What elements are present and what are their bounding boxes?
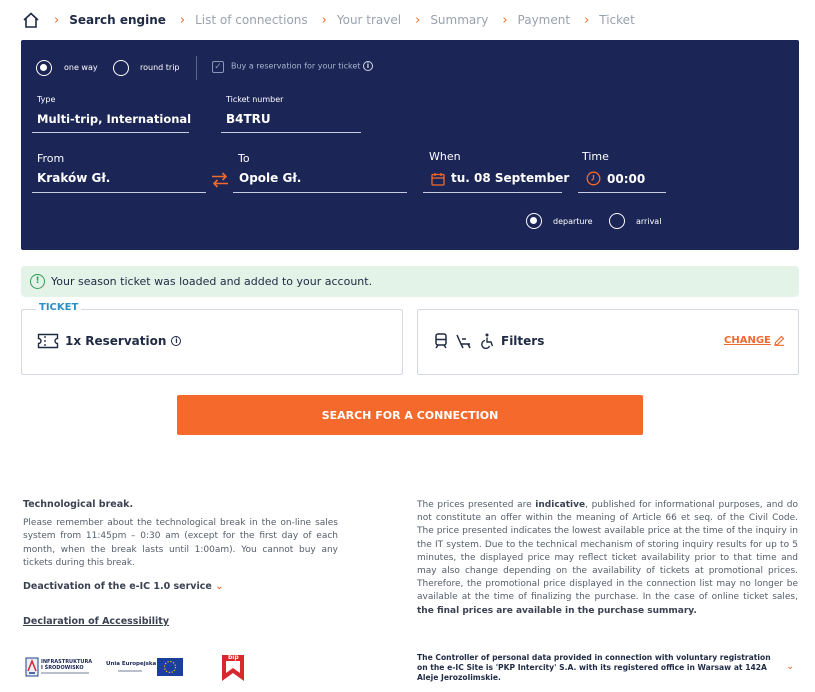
departure-label[interactable]: departure bbox=[553, 217, 593, 226]
info-icon[interactable]: i bbox=[362, 61, 373, 71]
chevron-down-icon[interactable]: ⌄ bbox=[215, 581, 223, 592]
filters-label: Filters bbox=[501, 334, 545, 348]
technological-break-title: Technological break. bbox=[23, 499, 134, 510]
eu-funds-logo-icon bbox=[25, 657, 39, 677]
to-underline bbox=[233, 192, 407, 193]
breadcrumb-summary: Summary bbox=[430, 13, 489, 27]
type-label: Type bbox=[37, 95, 56, 104]
ticket-icon bbox=[37, 333, 59, 349]
type-underline bbox=[32, 132, 189, 133]
breadcrumb-payment: Payment bbox=[517, 13, 571, 27]
home-icon[interactable] bbox=[22, 11, 40, 29]
clock-icon[interactable] bbox=[586, 171, 601, 186]
ticket-legend: TICKET bbox=[36, 302, 82, 313]
eu-logo-text: Unia Europejska bbox=[106, 661, 157, 667]
swap-stations-icon[interactable] bbox=[211, 172, 229, 188]
wheelchair-icon bbox=[481, 333, 494, 349]
logo-line bbox=[41, 672, 89, 674]
chevron-right-icon: › bbox=[502, 12, 508, 28]
infrastruktura-logo-text: INFRASTRUKTURA I ŚRODOWISKO bbox=[41, 659, 93, 671]
when-label: When bbox=[429, 150, 461, 163]
chevron-right-icon: › bbox=[584, 12, 590, 28]
reservation-label: 1x Reservation bbox=[65, 334, 167, 348]
chevron-right-icon: › bbox=[179, 12, 186, 28]
departure-radio[interactable] bbox=[526, 213, 542, 229]
filters-row[interactable]: Filters bbox=[434, 333, 544, 349]
chevron-right-icon: › bbox=[321, 12, 327, 28]
breadcrumb-ticket: Ticket bbox=[599, 13, 635, 27]
to-label: To bbox=[238, 152, 250, 165]
reservation-checkbox[interactable]: ✓ bbox=[212, 61, 224, 73]
chevron-down-icon[interactable]: ⌄ bbox=[786, 661, 794, 672]
accessibility-link[interactable]: Declaration of Accessibility bbox=[23, 616, 169, 627]
when-underline bbox=[423, 192, 562, 193]
reservation-row[interactable]: 1x Reservation i bbox=[37, 333, 182, 349]
notice-text: Your season ticket was loaded and added … bbox=[51, 275, 373, 288]
chevron-right-icon: › bbox=[54, 12, 60, 28]
to-input[interactable]: Opole Gł. bbox=[239, 171, 301, 185]
season-ticket-notice: ! Your season ticket was loaded and adde… bbox=[21, 266, 799, 297]
round-trip-radio[interactable] bbox=[113, 60, 129, 76]
calendar-icon[interactable] bbox=[431, 172, 445, 186]
breadcrumb-your-travel: Your travel bbox=[336, 13, 402, 27]
info-icon[interactable]: i bbox=[171, 336, 182, 346]
arrival-radio[interactable] bbox=[609, 213, 625, 229]
from-input[interactable]: Kraków Gł. bbox=[37, 171, 110, 185]
gdpr-notice: The Controller of personal data provided… bbox=[417, 653, 771, 682]
ticket-number-underline bbox=[221, 132, 361, 133]
train-icon bbox=[435, 333, 447, 349]
success-icon: ! bbox=[30, 274, 45, 289]
logo-line bbox=[118, 670, 142, 672]
one-way-radio[interactable] bbox=[36, 60, 52, 76]
search-connection-button[interactable]: SEARCH FOR A CONNECTION bbox=[177, 395, 643, 435]
ticket-number-label: Ticket number bbox=[226, 95, 284, 104]
reservation-checkbox-label[interactable]: Buy a reservation for your ticket i bbox=[231, 61, 373, 71]
breadcrumb: › Search engine › List of connections › … bbox=[22, 10, 635, 30]
infrastruktura-logo: INFRASTRUKTURA I ŚRODOWISKO bbox=[25, 655, 93, 679]
from-label: From bbox=[37, 152, 65, 165]
when-input[interactable]: tu. 08 September bbox=[451, 171, 569, 185]
change-filters-link[interactable]: CHANGE bbox=[724, 335, 785, 346]
prices-disclaimer: The prices presented are indicative, pub… bbox=[417, 500, 798, 616]
change-label[interactable]: CHANGE bbox=[724, 335, 771, 346]
time-label: Time bbox=[582, 150, 609, 163]
time-underline bbox=[578, 192, 666, 193]
from-underline bbox=[32, 192, 206, 193]
bip-logo-text: bip bbox=[228, 654, 239, 661]
breadcrumb-search-engine: Search engine bbox=[69, 13, 166, 27]
technological-break-text: Please remember about the technological … bbox=[23, 518, 338, 568]
one-way-label[interactable]: one way bbox=[64, 63, 98, 72]
ticket-number-value[interactable]: B4TRU bbox=[226, 112, 271, 126]
divider bbox=[196, 56, 197, 80]
breadcrumb-list-of-connections: List of connections bbox=[195, 13, 308, 27]
round-trip-label[interactable]: round trip bbox=[140, 63, 180, 72]
seat-icon bbox=[456, 334, 471, 349]
chevron-right-icon: › bbox=[415, 12, 421, 28]
arrival-label[interactable]: arrival bbox=[636, 217, 661, 226]
eu-logo: Unia Europejska bbox=[106, 657, 186, 679]
eu-flag-icon bbox=[157, 658, 183, 676]
bip-logo: bip bbox=[220, 653, 246, 683]
search-panel: one way round trip ✓ Buy a reservation f… bbox=[21, 40, 799, 250]
pencil-icon[interactable] bbox=[774, 335, 785, 346]
deactivation-toggle[interactable]: Deactivation of the e-IC 1.0 service ⌄ bbox=[23, 581, 224, 592]
type-value[interactable]: Multi-trip, International bbox=[37, 112, 191, 126]
deactivation-label[interactable]: Deactivation of the e-IC 1.0 service bbox=[23, 581, 212, 592]
time-input[interactable]: 00:00 bbox=[607, 172, 645, 186]
